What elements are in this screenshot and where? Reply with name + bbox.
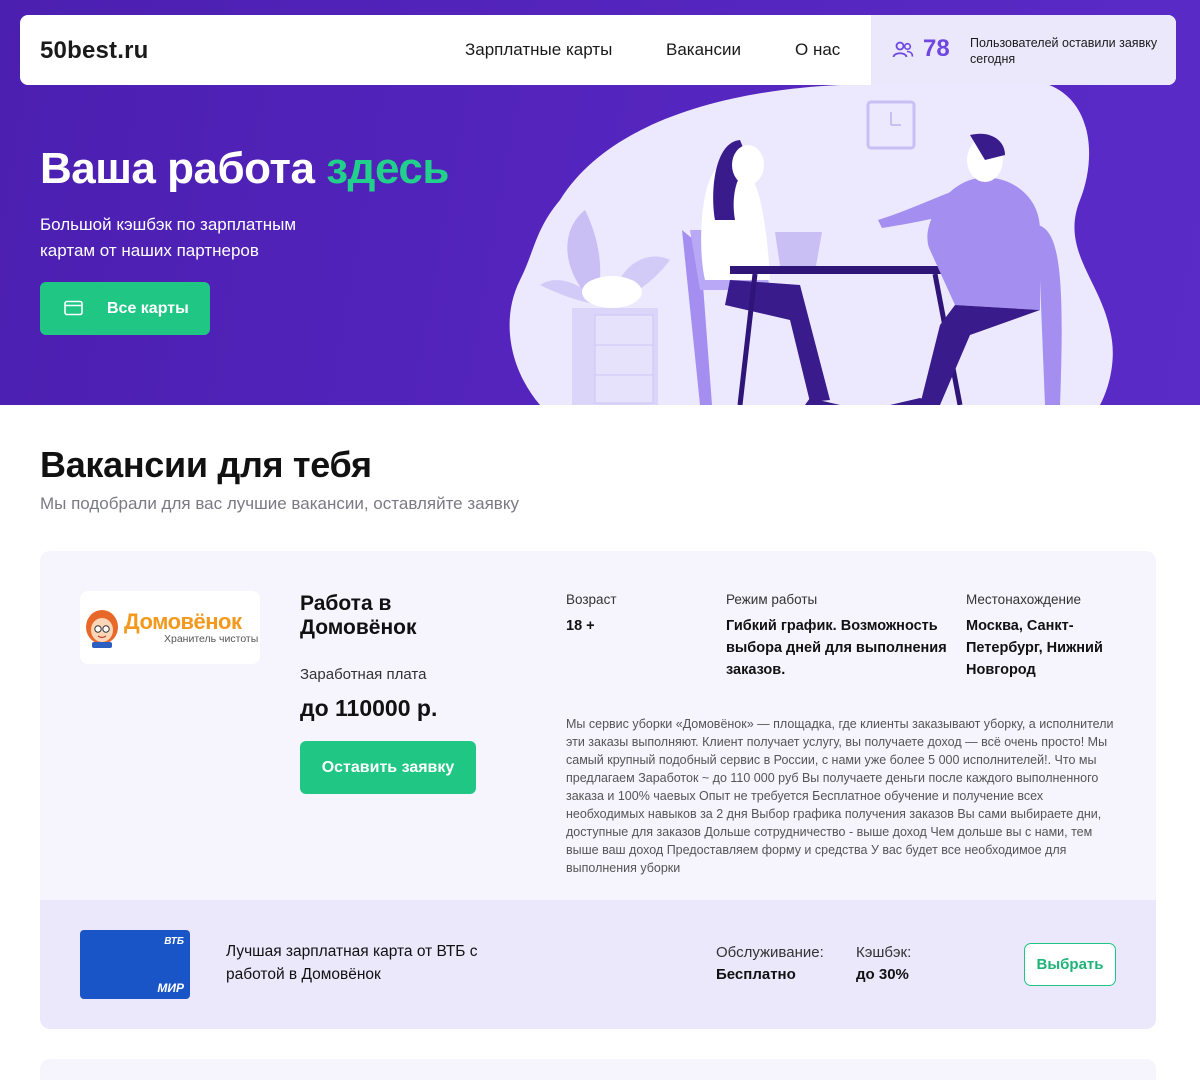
card-offer: ВТБ МИР Лучшая зарплатная карта от ВТБ с… (40, 900, 1156, 1029)
age-value: 18 + (566, 618, 595, 634)
hero-illustration (509, 80, 1113, 405)
counter-value: 78 (923, 35, 950, 62)
age-label: Возраст (566, 592, 617, 607)
section-title: Вакансии для тебя (40, 444, 372, 485)
hero-title: Ваша работа здесь (40, 144, 449, 194)
salary-value: до 110000 р. (300, 695, 438, 721)
service-label: Обслуживание: (716, 944, 824, 961)
card-offer-title: Лучшая зарплатная карта от ВТБ с работой… (226, 943, 478, 983)
company-logo-tagline: Хранитель чистоты (164, 633, 259, 645)
hero-subtitle: Большой кэшбэк по зарплатным картам от н… (40, 215, 297, 260)
schedule-label: Режим работы (726, 592, 818, 607)
next-vacancy-card (40, 1059, 1156, 1080)
location-value: Москва, Санкт-Петербург, Нижний Новгород (966, 618, 1103, 678)
cashback-value: до 30% (856, 966, 909, 983)
location-label: Местонахождение (966, 592, 1082, 607)
vacancy-title: Работа в Домовёнок (300, 592, 417, 639)
apply-button[interactable]: Оставить заявку (300, 741, 476, 794)
bank-card-image: ВТБ МИР (80, 930, 190, 999)
top-navbar: 50best.ru Зарплатные карты Вакансии О на… (20, 15, 1176, 85)
all-cards-label: Все карты (107, 299, 189, 317)
nav-link-vacancies[interactable]: Вакансии (666, 40, 741, 60)
payment-system: МИР (157, 981, 184, 995)
hero-title-main: Ваша работа (40, 144, 315, 193)
vacancy-card: Домовёнок Хранитель чистоты Работа в Дом… (40, 551, 1156, 1029)
bank-name: ВТБ (164, 936, 184, 947)
company-logo-name: Домовёнок (124, 609, 242, 634)
mascot-icon (86, 610, 118, 648)
nav-link-about[interactable]: О нас (795, 40, 840, 60)
site-logo[interactable]: 50best.ru (40, 37, 149, 65)
schedule-value: Гибкий график. Возможность выбора дней д… (726, 618, 947, 678)
salary-label: Заработная плата (300, 666, 427, 683)
applications-counter: 78 Пользователей оставили заявку сегодня (871, 15, 1176, 85)
hero-title-accent: здесь (326, 144, 449, 193)
users-icon (892, 41, 914, 58)
vacancy-description: Мы сервис уборки «Домовёнок» — площадка,… (566, 717, 1114, 875)
card-icon (64, 300, 83, 316)
company-logo: Домовёнок Хранитель чистоты (80, 591, 260, 664)
choose-card-button[interactable]: Выбрать (1024, 943, 1116, 986)
nav-link-salary-cards[interactable]: Зарплатные карты (465, 40, 612, 60)
drawer-cabinet (572, 308, 658, 405)
all-cards-button[interactable]: Все карты (40, 282, 210, 335)
cashback-label: Кэшбэк: (856, 944, 912, 961)
service-value: Бесплатно (716, 966, 796, 983)
counter-caption: Пользователей оставили заявку сегодня (970, 36, 1158, 66)
section-subtitle: Мы подобрали для вас лучшие вакансии, ос… (40, 494, 519, 513)
hero-banner: 50best.ru Зарплатные карты Вакансии О на… (0, 0, 1200, 405)
